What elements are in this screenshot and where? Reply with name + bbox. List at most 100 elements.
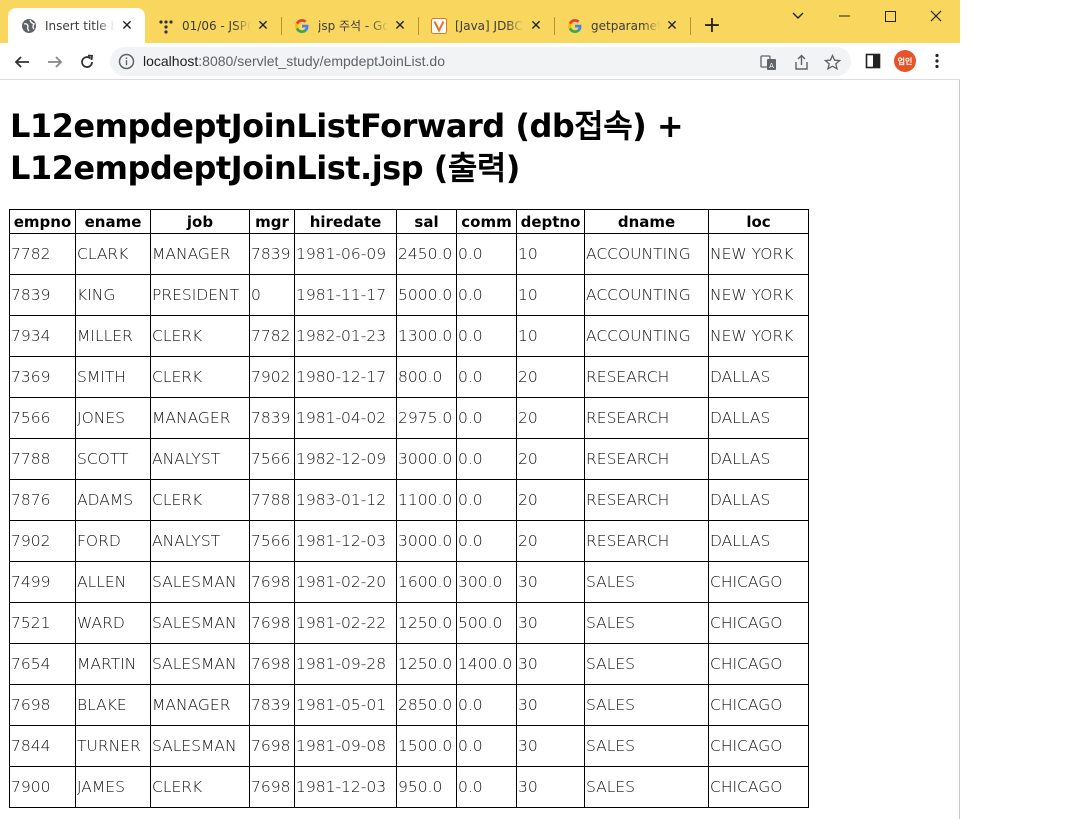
cell-mgr: 7698	[249, 766, 295, 808]
cell-dname: RESEARCH	[584, 479, 709, 521]
minimize-button[interactable]	[821, 4, 867, 28]
cell-sal: 800.0	[396, 356, 457, 398]
reload-button[interactable]	[73, 48, 101, 76]
cell-loc: CHICAGO	[708, 725, 809, 767]
cell-dname: ACCOUNTING	[584, 315, 709, 357]
cell-comm: 0.0	[456, 438, 517, 480]
column-header: sal	[396, 209, 457, 234]
browser-window: Insert title here ✕ 01/06 - JSP(1 ✕ jsp …	[0, 0, 960, 819]
table-row: 7499 ALLEN SALESMAN 7698 1981-02-20 1600.0 300…	[9, 561, 809, 603]
window-close-button[interactable]	[913, 4, 959, 28]
table-row: 7900 JAMES CLERK 7698 1981-12-03 950.0 0.0 30 SA…	[9, 766, 809, 808]
tab-insert-title[interactable]: Insert title here ✕	[8, 8, 145, 43]
table-row: 7934 MILLER CLERK 7782 1982-01-23 1300.0 0.0 10…	[9, 315, 809, 357]
forward-button[interactable]	[41, 48, 69, 76]
tab-title: [Java] JDBC 사용	[455, 19, 524, 33]
maximize-button[interactable]	[867, 4, 913, 28]
cell-job: CLERK	[150, 315, 250, 357]
cell-comm: 0.0	[456, 315, 517, 357]
tab-title: Insert title here	[45, 18, 115, 33]
cell-empno: 7902	[9, 520, 76, 562]
cell-hiredate: 1981-04-02	[294, 397, 397, 439]
cell-job: SALESMAN	[150, 602, 250, 644]
cell-ename: JONES	[75, 397, 151, 439]
dots-icon	[158, 18, 174, 34]
arrow-right-icon	[48, 56, 63, 68]
cell-mgr: 7782	[249, 315, 295, 357]
translate-icon[interactable]: A	[759, 53, 777, 71]
menu-icon[interactable]	[928, 52, 946, 70]
table-row: 7654 MARTIN SALESMAN 7698 1981-09-28 1250.0 14…	[9, 643, 809, 685]
close-icon[interactable]: ✕	[255, 18, 271, 34]
emp-dept-table: empno ename job mgr hiredate sal comm de…	[9, 209, 809, 808]
arrow-left-icon	[14, 56, 29, 68]
cell-empno: 7900	[9, 766, 76, 808]
table-row: 7369 SMITH CLERK 7902 1980-12-17 800.0 0.0 20 RE…	[9, 356, 809, 398]
star-icon[interactable]	[823, 53, 841, 71]
cell-empno: 7876	[9, 479, 76, 521]
tab-jsp-notes[interactable]: 01/06 - JSP(1 ✕	[145, 8, 281, 43]
tab-search-button[interactable]	[775, 4, 821, 28]
cell-hiredate: 1981-05-01	[294, 684, 397, 726]
cell-mgr: 7698	[249, 725, 295, 767]
cell-hiredate: 1982-01-23	[294, 315, 397, 357]
tab-title: getparameter	[591, 18, 660, 33]
address-bar[interactable]: localhost:8080/servlet_study/empdeptJoin…	[110, 47, 851, 76]
share-icon[interactable]	[792, 53, 810, 71]
close-icon[interactable]: ✕	[119, 18, 135, 34]
tab-getparameter[interactable]: getparameter ✕	[554, 8, 690, 43]
cell-loc: DALLAS	[708, 397, 809, 439]
page-content: L12empdeptJoinListForward (db접속) + L12em…	[0, 81, 959, 819]
cell-sal: 1100.0	[396, 479, 457, 521]
cell-job: MANAGER	[150, 397, 250, 439]
cell-mgr: 7788	[249, 479, 295, 521]
desktop-background	[960, 0, 1068, 819]
cell-deptno: 30	[516, 602, 585, 644]
cell-mgr: 7902	[249, 356, 295, 398]
page-title-line1: L12empdeptJoinListForward (db접속) +	[10, 107, 684, 145]
side-panel-icon[interactable]	[864, 52, 882, 70]
close-icon[interactable]: ✕	[392, 18, 408, 34]
tab-java-jdbc[interactable]: [Java] JDBC 사용 ✕	[418, 8, 554, 43]
cell-job: ANALYST	[150, 438, 250, 480]
cell-ename: ALLEN	[75, 561, 151, 603]
column-header: deptno	[516, 209, 585, 234]
cell-sal: 3000.0	[396, 520, 457, 562]
cell-ename: MARTIN	[75, 643, 151, 685]
cell-dname: SALES	[584, 766, 709, 808]
cell-ename: MILLER	[75, 315, 151, 357]
cell-hiredate: 1981-09-28	[294, 643, 397, 685]
back-button[interactable]	[8, 48, 36, 76]
cell-comm: 1400.0	[456, 643, 517, 685]
cell-comm: 0.0	[456, 356, 517, 398]
info-icon[interactable]	[118, 53, 135, 70]
cell-loc: CHICAGO	[708, 602, 809, 644]
avatar[interactable]: 업인	[894, 50, 916, 72]
tab-jsp-comment-google[interactable]: jsp 주석 - Google ✕	[281, 8, 418, 43]
cell-empno: 7654	[9, 643, 76, 685]
table-row: 7521 WARD SALESMAN 7698 1981-02-22 1250.0 500.…	[9, 602, 809, 644]
close-icon[interactable]: ✕	[528, 18, 544, 34]
cell-dname: RESEARCH	[584, 397, 709, 439]
close-icon[interactable]: ✕	[664, 18, 680, 34]
cell-ename: ADAMS	[75, 479, 151, 521]
cell-empno: 7844	[9, 725, 76, 767]
cell-comm: 0.0	[456, 233, 517, 275]
cell-hiredate: 1981-11-17	[294, 274, 397, 316]
cell-comm: 0.0	[456, 766, 517, 808]
google-icon	[567, 18, 583, 34]
cell-hiredate: 1981-12-03	[294, 766, 397, 808]
cell-sal: 2975.0	[396, 397, 457, 439]
cell-empno: 7788	[9, 438, 76, 480]
cell-ename: SCOTT	[75, 438, 151, 480]
cell-mgr: 7566	[249, 520, 295, 562]
table-header-row: empno ename job mgr hiredate sal comm de…	[9, 209, 809, 234]
new-tab-button[interactable]: +	[701, 13, 723, 38]
cell-hiredate: 1981-09-08	[294, 725, 397, 767]
cell-mgr: 7839	[249, 233, 295, 275]
cell-dname: RESEARCH	[584, 356, 709, 398]
cell-hiredate: 1981-02-20	[294, 561, 397, 603]
cell-deptno: 20	[516, 397, 585, 439]
table-row: 7844 TURNER SALESMAN 7698 1981-09-08 1500.0 0.…	[9, 725, 809, 767]
cell-comm: 0.0	[456, 274, 517, 316]
